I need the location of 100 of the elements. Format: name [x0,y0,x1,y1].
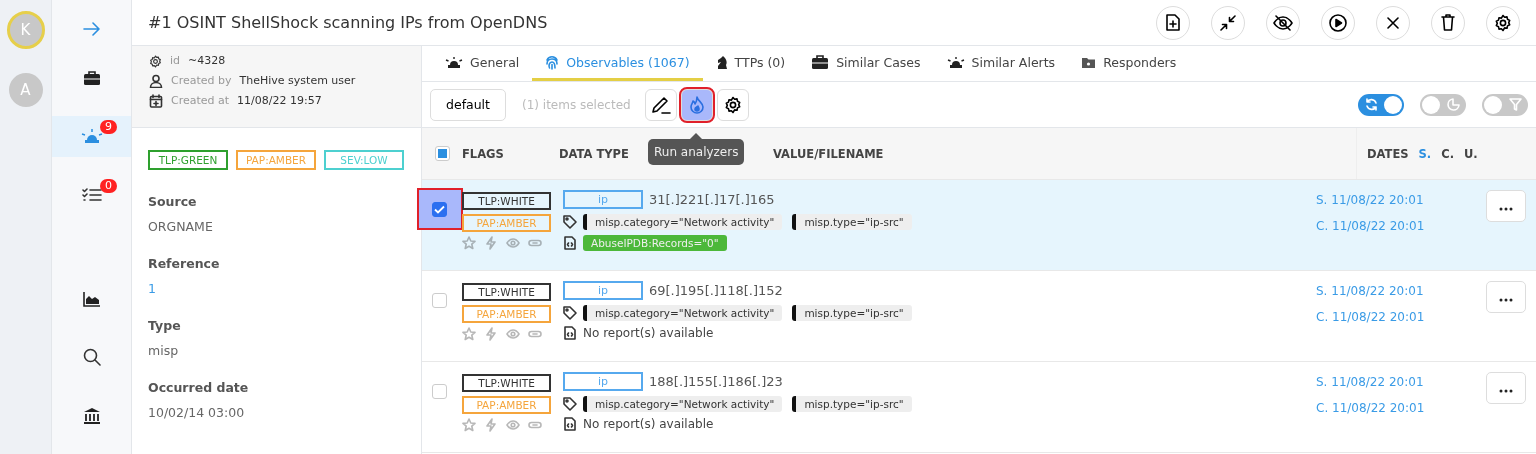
action-button[interactable] [1321,5,1355,40]
data-type-tag: ip [563,281,643,300]
pap-tag: PAP:AMBER [462,214,551,232]
data-type-tag: ip [563,372,643,391]
more-button[interactable] [1486,281,1526,313]
briefcase-icon [811,54,830,70]
bolt-icon[interactable] [484,327,498,341]
settings-icon [149,54,162,68]
action-button[interactable] [1486,5,1520,40]
tab[interactable]: Similar Alerts [933,46,1069,81]
eye-icon[interactable] [506,327,520,341]
tag-icon [563,215,577,229]
column-header[interactable]: DATES [1367,146,1409,161]
eye-icon[interactable] [506,418,520,432]
toggle-switch[interactable] [1420,93,1466,116]
column-header[interactable]: VALUE/FILENAME [773,147,884,161]
field-label: Created at [171,94,230,108]
toolbar-button[interactable] [716,88,749,121]
checklist-icon [81,186,102,203]
more-icon [1499,298,1513,302]
eye-icon[interactable] [506,236,520,250]
tab[interactable]: Responders [1068,46,1190,81]
nav-item[interactable]: 9 [52,116,131,157]
select-all-checkbox[interactable] [434,146,450,161]
column-header[interactable]: DATA TYPE [559,147,629,161]
tlp-tag: TLP:WHITE [462,192,551,210]
bank-icon [82,407,101,425]
date-text: C. 11/08/22 20:01 [1316,219,1426,233]
row-checkbox[interactable] [432,292,447,308]
tag: misp.type="ip-src" [792,214,912,230]
tab[interactable]: Observables (1067) [532,46,703,81]
filter-button[interactable]: default [430,88,506,121]
refresh-icon [1364,98,1378,111]
observable-value: 69[.]195[.]118[.]152 [649,283,783,298]
flame-icon [688,95,705,114]
date-text: C. 11/08/22 20:01 [1316,401,1426,415]
selection-count: (1) items selected [522,97,631,112]
sort-option[interactable]: U. [1464,146,1478,161]
tab[interactable]: TTPs (0) [702,46,799,81]
observable-value: 31[.]221[.]17[.]165 [649,192,775,207]
report-tag: AbuseIPDB:Records="0" [583,235,727,251]
pap-tag: PAP:AMBER [462,396,551,414]
field-label: Source [148,194,198,209]
field-label: id [170,54,181,68]
report-icon [563,417,577,431]
tlp-tag: TLP:WHITE [462,283,551,301]
tooltip: Run analyzers [648,139,745,165]
action-button[interactable] [1211,5,1245,40]
tag: PAP:AMBER [236,150,316,170]
row-checkbox[interactable] [432,201,447,217]
pie-chart-icon [1446,98,1460,111]
tag: misp.type="ip-src" [792,396,912,412]
action-button[interactable] [1431,5,1465,40]
field-label: Type [148,318,182,333]
report-status: No report(s) available [583,417,714,431]
close-icon [1387,16,1399,29]
star-icon[interactable] [462,418,476,432]
eye-slash-icon [1273,14,1293,31]
tag: misp.category="Network activity" [583,214,783,230]
date-text: S. 11/08/22 20:01 [1316,284,1425,298]
chess-knight-icon [715,54,728,70]
star-icon[interactable] [462,327,476,341]
sort-option[interactable]: C. [1441,146,1454,161]
count-badge: 9 [100,120,117,135]
field-value: TheHive system user [239,74,356,88]
table-row[interactable]: TLP:WHITE PAP:AMBER ip 188[.]155[.]186[.]23 misp.category="Network activity" misp.type="ip-src" No report(s) available S. 11/08/22 20:01 C. 11/08/22 20:01 [422,362,1536,453]
more-icon [1499,389,1513,393]
more-button[interactable] [1486,372,1526,404]
tag: TLP:GREEN [148,150,228,170]
siren-icon [445,55,463,69]
date-text: S. 11/08/22 20:01 [1316,193,1425,207]
table-row[interactable]: TLP:WHITE PAP:AMBER ip 69[.]195[.]118[.]152 misp.category="Network activity" misp.type="ip-src" No report(s) available S. 11/08/22 20:01 C. 11/08/22 20:01 [422,271,1536,362]
more-button[interactable] [1486,190,1526,222]
settings-icon [723,95,742,114]
action-button[interactable] [1156,5,1190,40]
bolt-icon[interactable] [484,236,498,250]
field-label: Occurred date [148,380,250,395]
field-value: 10/02/14 03:00 [148,405,246,420]
more-icon [1499,207,1513,211]
toggle-switch[interactable] [1358,93,1404,116]
folder-gear-icon [1081,55,1097,69]
field-value: misp [148,343,180,358]
bolt-icon[interactable] [484,418,498,432]
star-icon[interactable] [462,236,476,250]
tab[interactable]: General [432,46,533,81]
pap-tag: PAP:AMBER [462,305,551,323]
toggle-switch[interactable] [1482,93,1528,116]
toolbar-button[interactable] [644,88,677,121]
user-icon [149,74,163,88]
count-badge: 0 [100,178,117,193]
nav-item[interactable]: 0 [52,174,131,215]
tag-icon [563,306,577,320]
settings-icon [1494,13,1512,32]
row-checkbox[interactable] [432,383,447,399]
column-header[interactable]: FLAGS [462,147,504,161]
field-label: Created by [171,74,232,88]
action-button[interactable] [1266,5,1300,40]
tag: misp.type="ip-src" [792,305,912,321]
tab[interactable]: Similar Cases [798,46,934,81]
area-chart-icon [82,291,101,308]
